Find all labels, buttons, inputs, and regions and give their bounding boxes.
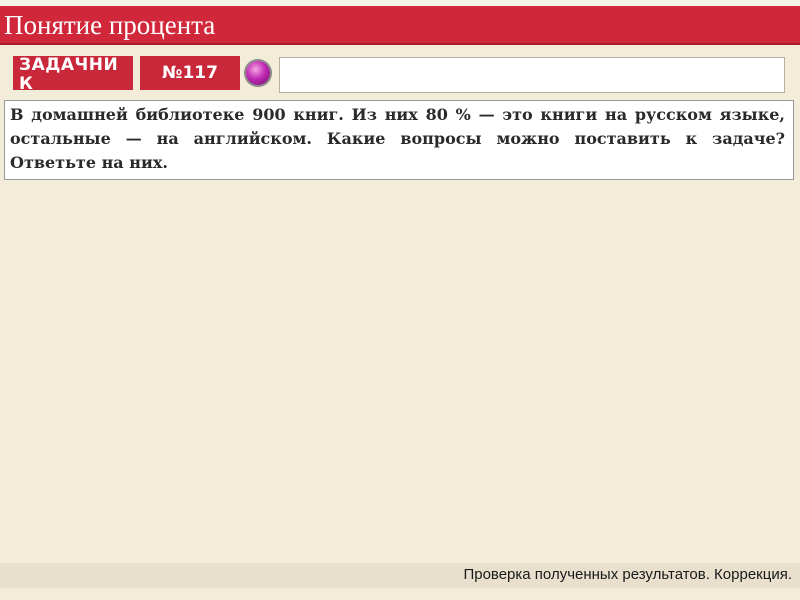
problem-box: В домашней библиотеке 900 книг. Из них 8…	[4, 100, 794, 180]
footer-caption: Проверка полученных результатов. Коррекц…	[463, 566, 792, 583]
title-bar: Понятие процента	[0, 6, 800, 45]
tab-problem-number[interactable]: №117	[140, 56, 240, 90]
page-title: Понятие процента	[4, 10, 216, 40]
problem-text: В домашней библиотеке 900 книг. Из них 8…	[10, 105, 785, 172]
answer-field[interactable]	[279, 57, 785, 93]
tab-zadachnik[interactable]: ЗАДАЧНИК	[13, 56, 133, 90]
footer-bar: Проверка полученных результатов. Коррекц…	[0, 563, 800, 588]
magenta-orb-icon[interactable]	[246, 61, 270, 85]
